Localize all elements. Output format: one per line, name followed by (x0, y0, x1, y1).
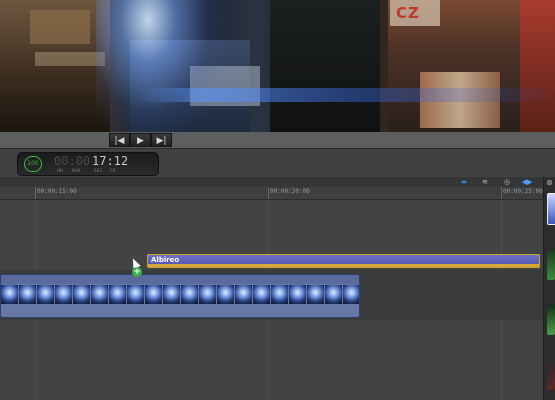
title-clip-label: Albireo (151, 256, 180, 264)
filmstrip-frame (271, 285, 288, 304)
waveform-icon[interactable]: ≋ (479, 179, 491, 186)
clip-header-bar (1, 275, 359, 284)
filmstrip-frame (145, 285, 162, 304)
scene-red-awning (520, 0, 555, 132)
scene-window (30, 10, 90, 44)
storefront-sign: CZ (396, 4, 420, 22)
snapping-icon[interactable]: ◀▶ (521, 179, 533, 186)
title-clip-albireo[interactable]: Albireo (147, 254, 540, 268)
transport-buttons: |◀ ▶ ▶| (109, 133, 172, 147)
ruler-tick (268, 187, 269, 199)
browser-thumbnail[interactable] (547, 193, 555, 225)
filmstrip-frame (199, 285, 216, 304)
percent-badge: 100 (24, 156, 42, 172)
filmstrip-frame (217, 285, 234, 304)
filmstrip-frame (91, 285, 108, 304)
filmstrip-frame (1, 285, 18, 304)
browser-thumbnail[interactable] (547, 360, 555, 390)
scene-dark-street (270, 0, 380, 132)
ruler-tick (35, 187, 36, 199)
close-icon[interactable]: ⊗ (545, 178, 554, 187)
skip-forward-button[interactable]: ▶| (151, 133, 172, 147)
filmstrip-frame (307, 285, 324, 304)
filmstrip-frame (55, 285, 72, 304)
filmstrip-frame (289, 285, 306, 304)
timecode-hours-minutes: 00:00 (54, 154, 91, 168)
audio-skimming-icon[interactable]: ⇹ (458, 179, 470, 186)
filmstrip-frame (235, 285, 252, 304)
ruler-label-25s: 00:00:25:00 (503, 188, 543, 195)
video-clip[interactable] (0, 274, 360, 318)
filmstrip-frame (325, 285, 342, 304)
timecode-label-sec: SEC (94, 168, 103, 173)
skip-back-button[interactable]: |◀ (109, 133, 130, 147)
timecode-label-hr: HR (57, 168, 64, 173)
timecode-seconds-frames: 17:12 (92, 154, 129, 168)
filmstrip-frame (253, 285, 270, 304)
scene-awning (35, 52, 105, 66)
filmstrip-frame (19, 285, 36, 304)
lens-flare-effect (140, 88, 555, 102)
filmstrip-frame (127, 285, 144, 304)
timeline-ruler[interactable]: 00:00:15:00 00:00:20:00 00:00:25:00 (0, 187, 543, 200)
light-beam-effect (96, 0, 226, 132)
dashboard-timecode[interactable]: 100 00:00 17:12 HR MIN SEC FR (17, 152, 159, 176)
ruler-tick (501, 187, 502, 199)
add-plus-icon: + (132, 267, 142, 277)
filmstrip-frame (37, 285, 54, 304)
filmstrip-frame (181, 285, 198, 304)
timecode-label-min: MIN (72, 168, 81, 173)
ruler-label-15s: 00:00:15:00 (37, 188, 77, 195)
play-button[interactable]: ▶ (130, 133, 151, 147)
filmstrip-frame (163, 285, 180, 304)
filmstrip-frame (73, 285, 90, 304)
transport-bar: |◀ ▶ ▶| (0, 132, 555, 149)
skip-back-icon: |◀ (114, 136, 125, 146)
clip-filmstrip (1, 285, 359, 304)
skip-forward-icon: ▶| (156, 136, 167, 146)
play-icon: ▶ (137, 136, 144, 146)
browser-thumbnail[interactable] (547, 250, 555, 280)
toolbar: 100 00:00 17:12 HR MIN SEC FR (0, 149, 555, 177)
clip-appearance-icon[interactable]: ◎ (501, 179, 513, 186)
filmstrip-frame (343, 285, 359, 304)
browser-thumbnail[interactable] (547, 305, 555, 335)
video-viewer[interactable]: CZ (0, 0, 555, 132)
filmstrip-frame (109, 285, 126, 304)
timecode-label-fr: FR (110, 168, 116, 173)
ruler-label-20s: 00:00:20:00 (270, 188, 310, 195)
